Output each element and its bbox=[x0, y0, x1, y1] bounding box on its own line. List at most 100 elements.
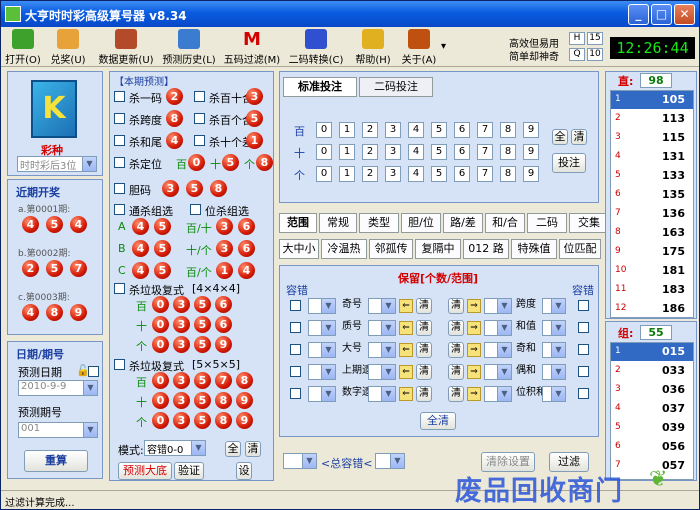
list-item[interactable]: 4 131 bbox=[611, 148, 693, 166]
fault-select-left[interactable]: ▼ bbox=[308, 342, 336, 358]
zu-list[interactable]: 101520333036403750396056705780699089 bbox=[610, 342, 694, 480]
bet-digit-button[interactable]: 8 bbox=[500, 122, 516, 138]
list-item[interactable]: 1 105 bbox=[611, 91, 693, 109]
h-button[interactable]: H bbox=[569, 32, 585, 45]
fault-checkbox-left[interactable] bbox=[290, 344, 301, 355]
kill-checkbox[interactable] bbox=[114, 135, 125, 146]
list-item[interactable]: 5 039 bbox=[611, 419, 693, 437]
list-item[interactable]: 6 056 bbox=[611, 438, 693, 456]
list-item[interactable]: 5 133 bbox=[611, 167, 693, 185]
fault-checkbox-left[interactable] bbox=[290, 388, 301, 399]
arrow-right-icon[interactable]: ⇒ bbox=[467, 299, 481, 313]
fault-checkbox-right[interactable] bbox=[578, 388, 589, 399]
title-bar[interactable]: 大亨时时彩高级算号器 v8.34 _ □ ✕ bbox=[1, 1, 699, 27]
kill-checkbox[interactable] bbox=[114, 183, 125, 194]
arrow-right-icon[interactable]: ⇒ bbox=[467, 343, 481, 357]
toolbar-button-4[interactable]: M 五码过滤(M) bbox=[223, 29, 281, 66]
filter-tab[interactable]: 冷温热 bbox=[321, 239, 367, 259]
list-item[interactable]: 8 163 bbox=[611, 224, 693, 242]
q-value[interactable]: 10 bbox=[587, 48, 603, 61]
bet-clear-button[interactable]: 清 bbox=[571, 129, 587, 145]
toolbar-button-5[interactable]: 二码转换(C) bbox=[283, 29, 349, 66]
tab-two-code-bet[interactable]: 二码投注 bbox=[359, 77, 433, 97]
filter-tab[interactable]: 大中小 bbox=[279, 239, 319, 259]
bet-digit-button[interactable]: 0 bbox=[316, 144, 332, 160]
toolbar-button-3[interactable]: 预测历史(L) bbox=[159, 29, 219, 66]
fault-checkbox-left[interactable] bbox=[290, 366, 301, 377]
filter-select-left[interactable]: ▼ bbox=[368, 298, 396, 314]
bet-digit-button[interactable]: 7 bbox=[477, 122, 493, 138]
fault-select-right[interactable]: ▼ bbox=[542, 342, 566, 358]
bet-all-button[interactable]: 全 bbox=[552, 129, 568, 145]
tab-standard-bet[interactable]: 标准投注 bbox=[283, 77, 357, 97]
set-button[interactable]: 设 bbox=[236, 462, 252, 480]
bet-digit-button[interactable]: 3 bbox=[385, 144, 401, 160]
laji-checkbox[interactable] bbox=[114, 359, 125, 370]
fault-select-left[interactable]: ▼ bbox=[308, 298, 336, 314]
arrow-left-icon[interactable]: ⇐ bbox=[399, 387, 413, 401]
clear-left-button[interactable]: 清 bbox=[416, 386, 432, 402]
maximize-button[interactable]: □ bbox=[651, 4, 672, 25]
dropdown-arrow-icon[interactable]: ▾ bbox=[441, 41, 446, 52]
clear-left-button[interactable]: 清 bbox=[416, 320, 432, 336]
filter-select-right[interactable]: ▼ bbox=[484, 386, 512, 402]
weisha-checkbox[interactable] bbox=[190, 204, 201, 215]
clear-right-button[interactable]: 清 bbox=[448, 386, 464, 402]
fault-select-right[interactable]: ▼ bbox=[542, 386, 566, 402]
kill-checkbox[interactable] bbox=[114, 113, 125, 124]
bet-digit-button[interactable]: 4 bbox=[408, 166, 424, 182]
predict-date-select[interactable]: 2010-9-9 ▼ bbox=[18, 380, 98, 396]
filter-tab[interactable]: 范围 bbox=[279, 213, 317, 233]
kill-checkbox[interactable] bbox=[114, 91, 125, 102]
filter-tab[interactable]: 路/差 bbox=[443, 213, 483, 233]
clear-left-button[interactable]: 清 bbox=[416, 364, 432, 380]
filter-tab[interactable]: 类型 bbox=[359, 213, 399, 233]
bet-digit-button[interactable]: 6 bbox=[454, 166, 470, 182]
clear-right-button[interactable]: 清 bbox=[448, 342, 464, 358]
filter-tab[interactable]: 特殊值 bbox=[511, 239, 557, 259]
recalc-button[interactable]: 重算 bbox=[24, 450, 88, 472]
close-button[interactable]: ✕ bbox=[674, 4, 695, 25]
arrow-right-icon[interactable]: ⇒ bbox=[467, 387, 481, 401]
zhi-list[interactable]: 1 105 2 113 3 115 4 131 5 133 6 135 7 136 8 163 9 175 10 18… bbox=[610, 90, 694, 318]
filter-select-left[interactable]: ▼ bbox=[368, 364, 396, 380]
clear-left-button[interactable]: 清 bbox=[416, 298, 432, 314]
fault-select-right[interactable]: ▼ bbox=[542, 364, 566, 380]
fault-select-right[interactable]: ▼ bbox=[542, 320, 566, 336]
bet-digit-button[interactable]: 5 bbox=[431, 122, 447, 138]
bet-digit-button[interactable]: 4 bbox=[408, 122, 424, 138]
bet-digit-button[interactable]: 5 bbox=[431, 166, 447, 182]
total-fault-max[interactable]: ▼ bbox=[375, 453, 405, 469]
bet-digit-button[interactable]: 9 bbox=[523, 144, 539, 160]
filter-tab[interactable]: 复隔中 bbox=[415, 239, 461, 259]
clear-left-button[interactable]: 清 bbox=[416, 342, 432, 358]
list-item[interactable]: 10 181 bbox=[611, 262, 693, 280]
list-item[interactable]: 9 175 bbox=[611, 243, 693, 261]
filter-select-right[interactable]: ▼ bbox=[484, 364, 512, 380]
list-item[interactable]: 4 037 bbox=[611, 400, 693, 418]
filter-tab[interactable]: 和/合 bbox=[485, 213, 525, 233]
arrow-right-icon[interactable]: ⇒ bbox=[467, 365, 481, 379]
predict-date-checkbox[interactable] bbox=[88, 366, 99, 377]
bet-digit-button[interactable]: 9 bbox=[523, 122, 539, 138]
fault-checkbox-left[interactable] bbox=[290, 322, 301, 333]
bet-digit-button[interactable]: 2 bbox=[362, 144, 378, 160]
kill-checkbox[interactable] bbox=[114, 157, 125, 168]
list-item[interactable]: 2 113 bbox=[611, 110, 693, 128]
filter-tab[interactable]: 位匹配 bbox=[559, 239, 601, 259]
list-item[interactable]: 3 115 bbox=[611, 129, 693, 147]
predict-button[interactable]: 预测大底 bbox=[118, 462, 172, 480]
filter-tab[interactable]: 交集 bbox=[569, 213, 609, 233]
list-item[interactable]: 12 186 bbox=[611, 300, 693, 318]
list-item[interactable]: 6 135 bbox=[611, 186, 693, 204]
mode-select[interactable]: 容错0-0 ▼ bbox=[144, 440, 206, 456]
predict-period-select[interactable]: 001 ▼ bbox=[18, 422, 98, 438]
middle-clear-button[interactable]: 清 bbox=[245, 441, 261, 457]
fault-checkbox-right[interactable] bbox=[578, 366, 589, 377]
filter-tab[interactable]: 常规 bbox=[319, 213, 357, 233]
fault-select-left[interactable]: ▼ bbox=[308, 386, 336, 402]
bet-digit-button[interactable]: 4 bbox=[408, 144, 424, 160]
arrow-right-icon[interactable]: ⇒ bbox=[467, 321, 481, 335]
bet-digit-button[interactable]: 1 bbox=[339, 166, 355, 182]
bet-digit-button[interactable]: 9 bbox=[523, 166, 539, 182]
